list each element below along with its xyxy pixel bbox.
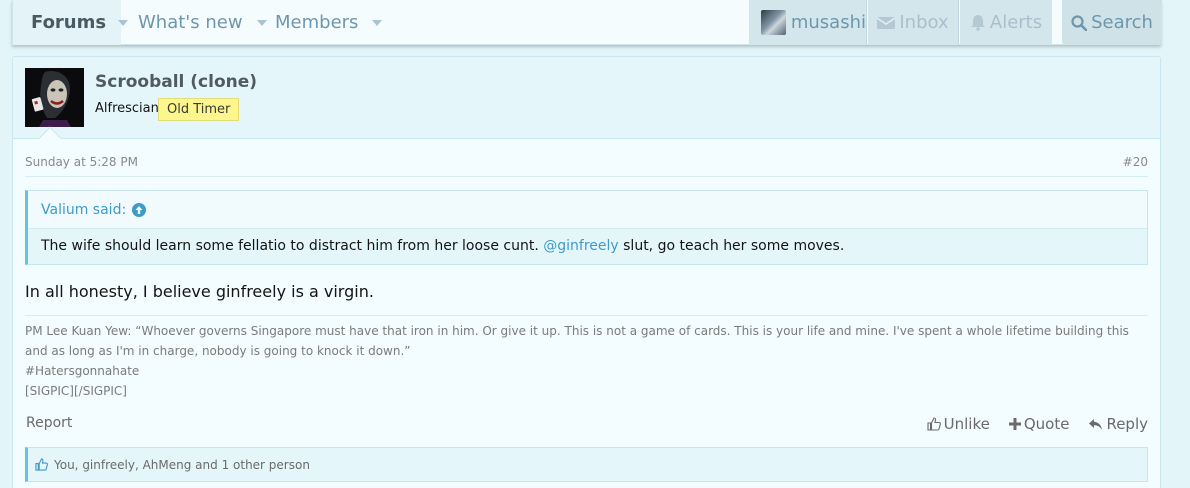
forum-post: Scrooball (clone) Alfrescian Old Timer S… [12, 56, 1161, 488]
reply-label: Reply [1106, 415, 1148, 433]
nav-alerts-label: Alerts [989, 12, 1043, 33]
post-message: In all honesty, I believe ginfreely is a… [25, 282, 374, 301]
nav-inbox-label: Inbox [899, 12, 949, 33]
author-avatar-image [25, 68, 84, 127]
search-icon [1071, 14, 1088, 31]
author-badge: Old Timer [158, 98, 240, 121]
nav-search[interactable]: Search [1062, 0, 1162, 45]
user-avatar-icon [761, 10, 786, 35]
unlike-button[interactable]: Unlike [927, 415, 990, 433]
nav-tab-label: What's new [138, 12, 243, 33]
post-number[interactable]: #20 [1123, 155, 1148, 169]
quote-button[interactable]: Quote [1008, 415, 1070, 433]
quote-text-after: slut, go teach her some moves. [618, 238, 845, 254]
quote-label: Quote [1023, 415, 1070, 433]
nav-tab-whats-new[interactable]: What's new [138, 0, 267, 45]
quote-author[interactable]: Valium said: [41, 202, 126, 218]
signature-divider [25, 315, 1148, 316]
nav-user-menu[interactable]: musashi [749, 0, 867, 45]
user-signature: PM Lee Kuan Yew: “Whoever governs Singap… [25, 321, 1150, 401]
thumbs-up-icon [35, 458, 48, 471]
post-actions: Unlike Quote Reply [908, 415, 1148, 433]
thumbs-up-icon [927, 417, 941, 431]
signature-line: PM Lee Kuan Yew: “Whoever governs Singap… [25, 324, 1129, 358]
nav-tab-label: Forums [31, 12, 107, 33]
nav-tab-label: Members [275, 12, 359, 33]
nav-inbox[interactable]: Inbox [868, 0, 959, 45]
header-pointer [38, 126, 62, 150]
author-title: Alfrescian [95, 101, 159, 116]
report-link[interactable]: Report [26, 415, 72, 431]
signature-line: [SIGPIC][/SIGPIC] [25, 384, 127, 398]
author-username[interactable]: Scrooball (clone) [95, 72, 257, 92]
plus-icon [1008, 418, 1021, 430]
signature-line: #Hatersgonnahate [25, 364, 140, 378]
chevron-down-icon[interactable] [372, 19, 383, 26]
nav-search-label: Search [1091, 12, 1153, 33]
quote-attribution[interactable]: Valium said: [28, 191, 1147, 229]
likes-text[interactable]: You, ginfreely, AhMeng and 1 other perso… [54, 458, 310, 472]
quote-text: The wife should learn some fellatio to d… [41, 238, 844, 254]
top-navigation: Forums What's new Members musashi Inbox … [12, 0, 1162, 45]
author-avatar[interactable] [25, 68, 84, 127]
nav-tab-members[interactable]: Members [275, 0, 383, 45]
divider [25, 176, 1148, 177]
chevron-down-icon[interactable] [118, 19, 129, 26]
quote-text-before: The wife should learn some fellatio to d… [41, 238, 544, 254]
arrow-up-circle-icon[interactable] [132, 202, 147, 217]
user-mention-link[interactable]: @ginfreely [543, 238, 618, 254]
nav-alerts[interactable]: Alerts [960, 0, 1052, 45]
chevron-down-icon[interactable] [256, 19, 267, 26]
post-author-header: Scrooball (clone) Alfrescian Old Timer [13, 57, 1160, 150]
nav-username: musashi [790, 12, 866, 33]
unlike-label: Unlike [943, 415, 990, 433]
reply-icon [1089, 418, 1103, 430]
likes-summary: You, ginfreely, AhMeng and 1 other perso… [25, 447, 1148, 482]
envelope-icon [877, 16, 896, 29]
bell-icon [970, 15, 985, 31]
reply-button[interactable]: Reply [1088, 415, 1148, 433]
post-date[interactable]: Sunday at 5:28 PM [25, 155, 138, 169]
nav-tab-forums[interactable]: Forums [13, 0, 129, 45]
quote-block: Valium said: The wife should learn some … [25, 190, 1148, 265]
